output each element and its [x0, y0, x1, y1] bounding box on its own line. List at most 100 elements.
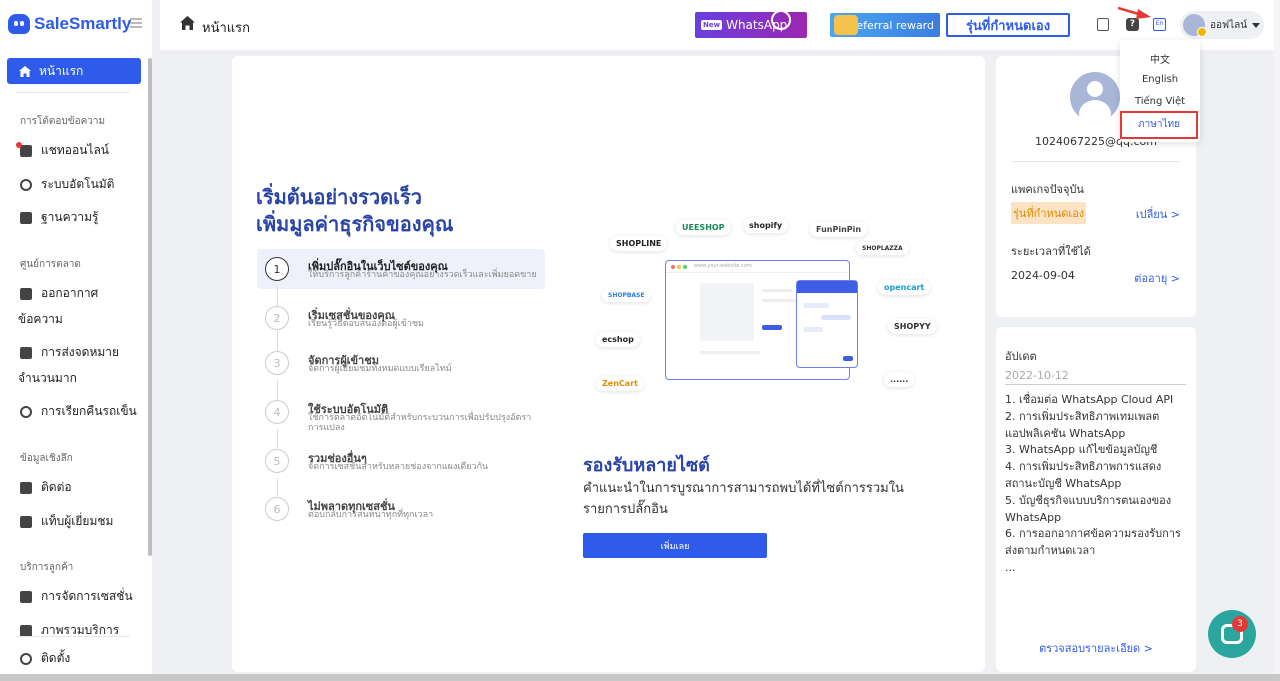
sidebar-item-label: แท็บผู้เยี่ยมชม: [41, 514, 114, 528]
multi-site-description: คำแนะนำในการบูรณาการสามารถพบได้ที่ไซต์กา…: [583, 481, 904, 517]
logo[interactable]: SaleSmartly: [8, 14, 131, 34]
plan-label: แพคเกจปัจจุบัน: [1011, 183, 1084, 196]
sidebar-item-label: การส่งจดหมาย: [41, 345, 120, 359]
sidebar-item-bulk-mail[interactable]: การส่งจดหมาย: [20, 343, 119, 362]
sidebar-item-label: ระบบอัตโนมัติ: [41, 177, 115, 191]
brand-logo: SHOPBASE: [602, 289, 651, 302]
sidebar-item-settings[interactable]: ติดตั้ง: [20, 649, 70, 668]
sidebar-item-label: ติดตั้ง: [41, 651, 71, 665]
chat-bubbles-icon: [16, 141, 32, 157]
sidebar-item-label: การเรียกคืนรถเข็น: [41, 404, 137, 418]
view-details-link[interactable]: ตรวจสอบรายละเอียด >: [996, 639, 1196, 657]
multi-site-title: รองรับหลายไซต์: [583, 455, 710, 476]
chat-widget-mockup: [796, 280, 858, 368]
notification-dot: [16, 141, 22, 148]
sidebar-item-home[interactable]: หน้าแรก: [7, 58, 141, 84]
step-description: ใช้การตลาดอัตโนมัติสำหรับกระบวนการเพื่อป…: [308, 413, 532, 433]
expiry-label: ระยะเวลาที่ใช้ได้: [1011, 245, 1091, 258]
user-status-label: ออฟไลน์: [1210, 19, 1248, 31]
device-icon[interactable]: [1097, 18, 1109, 31]
user-status-menu[interactable]: ออฟไลน์: [1180, 11, 1264, 39]
list-item: 2. การเพิ่มประสิทธิภาพเทมเพลตแอปพลิเคชัน…: [1005, 409, 1160, 440]
lang-option-chinese[interactable]: 中文: [1120, 51, 1200, 66]
red-arrow-annotation-icon: [1118, 6, 1151, 19]
contact-card-icon: [20, 481, 32, 494]
robot-icon: [20, 178, 32, 191]
brand-logo: FunPinPin: [810, 222, 868, 237]
list-item: ...: [1005, 560, 1016, 574]
whatsapp-promo-banner[interactable]: New WhatsApp: [695, 10, 807, 38]
custom-plan-button[interactable]: รุ่นที่กำหนดเอง: [946, 13, 1070, 37]
step-number: 6: [265, 497, 289, 521]
updates-list: 1. เชื่อมต่อ WhatsApp Cloud API 2. การเพ…: [1005, 392, 1185, 577]
gift-illustration-icon: [834, 15, 858, 35]
brand-logo: shopify: [743, 218, 789, 233]
brand-logo: ecshop: [596, 332, 640, 347]
group-title-customer-service: บริการลูกค้า: [20, 562, 74, 573]
logo-icon: [8, 14, 30, 34]
step-number: 3: [265, 351, 289, 375]
step-item[interactable]: 4 ใช้ระบบอัตโนมัติ ใช้การตลาดอัตโนมัติสำ…: [257, 392, 545, 433]
brand-logo: ZenCart: [596, 376, 644, 391]
list-item: 1. เชื่อมต่อ WhatsApp Cloud API: [1005, 393, 1174, 406]
divider: [16, 636, 130, 637]
whatsapp-icon: [771, 10, 791, 30]
step-description: จัดการเซสชั่นสำหรับหลายช่องจากแผงเดียวกั…: [308, 462, 489, 472]
unread-badge: 3: [1232, 616, 1248, 632]
sidebar-item-broadcast[interactable]: ออกอากาศ: [20, 284, 98, 303]
step-item[interactable]: 5 รวมช่องอื่นๆ จัดการเซสชั่นสำหรับหลายช่…: [257, 441, 545, 481]
sidebar-item-label: ออกอากาศ: [41, 286, 99, 300]
horizontal-scrollbar[interactable]: [0, 674, 1280, 681]
referral-reward-label: referral reward: [852, 18, 934, 32]
step-item[interactable]: 3 จัดการผู้เข้าชม จัดการผู้เยี่ยมชมทั้งห…: [257, 343, 545, 383]
updates-card: อัปเดต 2022-10-12 1. เชื่อมต่อ WhatsApp …: [996, 327, 1196, 672]
brand-logo: ......: [884, 372, 915, 387]
lang-option-vietnamese[interactable]: Tiếng Việt: [1120, 96, 1200, 107]
sidebar-item-automation[interactable]: ระบบอัตโนมัติ: [20, 175, 114, 194]
brand-logo: SHOPLAZZA: [856, 242, 909, 255]
sidebar-item-visitor-tabs[interactable]: แท็บผู้เยี่ยมชม: [20, 512, 113, 531]
change-plan-link[interactable]: เปลี่ยน >: [1136, 205, 1180, 223]
list-item: 5. บัญชีธุรกิจแบบบริการตนเองของ WhatsApp: [1005, 493, 1172, 524]
updates-date: 2022-10-12: [1005, 369, 1069, 382]
brand-logo: UEESHOP: [676, 220, 731, 235]
lang-option-thai[interactable]: ภาษาไทย: [1120, 111, 1198, 139]
sidebar-scrollbar[interactable]: [148, 58, 152, 556]
list-item: 3. WhatsApp แก้ไขข้อมูลบัญชี: [1005, 443, 1158, 457]
support-chat-button[interactable]: [1208, 610, 1256, 658]
lang-option-english[interactable]: English: [1120, 74, 1200, 85]
new-badge: New: [701, 20, 723, 30]
language-icon[interactable]: En: [1153, 18, 1166, 31]
list-item: 4. การเพิ่มประสิทธิภาพการแสดงสถานะบัญชี …: [1005, 460, 1162, 490]
referral-reward-banner[interactable]: referral reward: [830, 13, 940, 37]
sidebar-item-contacts[interactable]: ติดต่อ: [20, 478, 72, 497]
book-icon: [20, 211, 32, 224]
step-item[interactable]: 2 เริ่มเซสชั่นของคุณ เรียนรู้วิธีตอบสนอง…: [257, 298, 545, 338]
sidebar: SaleSmartly หน้าแรก การโต้ตอบข้อความ แชท…: [0, 0, 152, 674]
brand-logo: SHOPLINE: [610, 236, 668, 251]
menu-collapse-icon[interactable]: [130, 18, 142, 28]
group-title-marketing: ศูนย์การตลาด: [20, 259, 81, 270]
step-item[interactable]: 1 เพิ่มปลั๊กอินในเว็บไซต์ของคุณ ให้บริกา…: [257, 249, 545, 289]
top-bar: หน้าแรก New WhatsApp referral reward รุ่…: [160, 0, 1280, 50]
renew-link[interactable]: ต่ออายุ >: [1134, 269, 1180, 287]
mail-grid-icon: [20, 346, 32, 359]
sidebar-item-label-continued[interactable]: จำนวนมาก: [18, 369, 77, 388]
step-item[interactable]: 6 ไม่พลาดทุกเซสชั่น ตอบกลับการสนทนาทุกที…: [257, 489, 545, 529]
avatar: [1070, 72, 1120, 122]
logo-text: SaleSmartly: [34, 14, 132, 33]
session-icon: [20, 590, 32, 603]
sidebar-item-cart-recovery[interactable]: การเรียกคืนรถเข็น: [20, 402, 137, 421]
sidebar-item-session-management[interactable]: การจัดการเซสชั่น: [20, 587, 133, 606]
sidebar-item-service-overview[interactable]: ภาพรวมบริการ: [20, 621, 119, 640]
page-scrollbar[interactable]: [1274, 0, 1280, 674]
sidebar-item-label: ติดต่อ: [41, 480, 72, 494]
sidebar-item-label-continued[interactable]: ข้อความ: [18, 310, 63, 329]
sidebar-item-label: หน้าแรก: [39, 63, 84, 78]
step-description: จัดการผู้เยี่ยมชมทั้งหมดแบบเรียลไทม์: [308, 364, 452, 374]
sidebar-item-live-chat[interactable]: แชทออนไลน์: [16, 141, 109, 160]
add-now-button[interactable]: เพิ่มเลย: [583, 533, 767, 558]
sidebar-item-knowledge-base[interactable]: ฐานความรู้: [20, 208, 98, 227]
expiry-date: 2024-09-04: [1011, 269, 1075, 282]
divider: [1012, 161, 1180, 162]
